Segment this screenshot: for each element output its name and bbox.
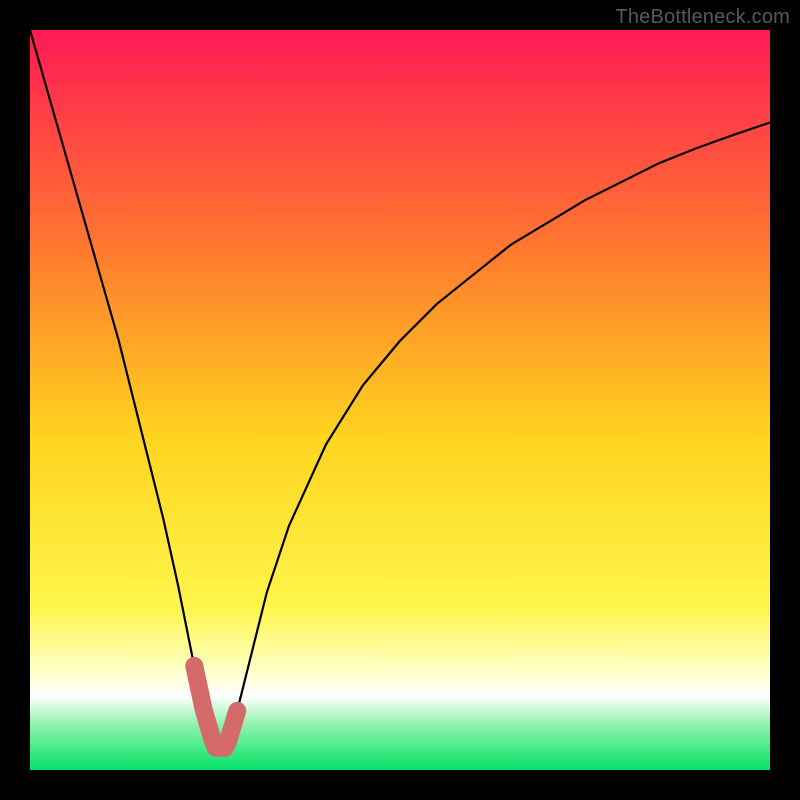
plot-area — [30, 30, 770, 770]
chart-svg — [30, 30, 770, 770]
chart-frame: TheBottleneck.com — [0, 0, 800, 800]
gradient-background — [30, 30, 770, 770]
watermark-text: TheBottleneck.com — [615, 6, 790, 29]
